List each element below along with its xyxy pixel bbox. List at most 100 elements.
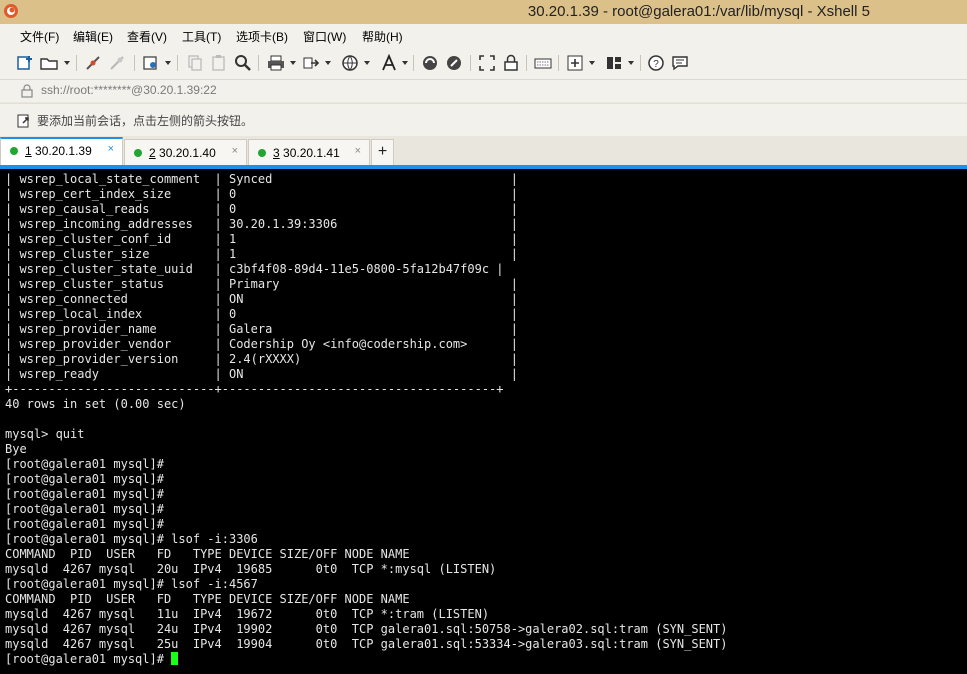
disconnect-icon[interactable]	[84, 54, 102, 72]
lock-icon[interactable]	[502, 54, 520, 72]
divider	[258, 55, 259, 71]
text-cursor	[171, 652, 179, 665]
chevron-down-icon[interactable]	[364, 61, 370, 65]
divider	[470, 55, 471, 71]
terminal-line: +----------------------------+----------…	[5, 382, 504, 396]
terminal-line: COMMAND PID USER FD TYPE DEVICE SIZE/OFF…	[5, 592, 410, 606]
toolbar: ?	[0, 47, 967, 80]
terminal-line: mysql> quit	[5, 427, 85, 441]
terminal-line: | wsrep_provider_vendor | Codership Oy <…	[5, 337, 518, 351]
globe-icon[interactable]	[341, 54, 359, 72]
menu-bar: 文件(F) 编辑(E) 查看(V) 工具(T) 选项卡(B) 窗口(W) 帮助(…	[0, 24, 967, 47]
tab-session-2[interactable]: 2 30.20.1.40 ×	[124, 139, 247, 165]
terminal-line: | wsrep_incoming_addresses | 30.20.1.39:…	[5, 217, 518, 231]
terminal-line: | wsrep_local_index | 0 |	[5, 307, 518, 321]
help-icon[interactable]: ?	[647, 54, 665, 72]
keyboard-icon[interactable]	[534, 54, 552, 72]
transfer-icon[interactable]	[302, 54, 320, 72]
add-icon[interactable]	[566, 54, 584, 72]
terminal-line: | wsrep_causal_reads | 0 |	[5, 202, 518, 216]
terminal-line: mysqld 4267 mysql 25u IPv4 19904 0t0 TCP…	[5, 637, 728, 651]
terminal-line: [root@galera01 mysql]#	[5, 487, 164, 501]
divider	[558, 55, 559, 71]
connected-status-icon	[10, 147, 18, 155]
tab-session-1[interactable]: 1 30.20.1.39 ×	[0, 137, 123, 165]
terminal-line: | wsrep_cluster_state_uuid | c3bf4f08-89…	[5, 262, 504, 276]
terminal-line: | wsrep_cluster_size | 1 |	[5, 247, 518, 261]
prompt-text: [root@galera01 mysql]#	[5, 652, 172, 666]
terminal-line: [root@galera01 mysql]#	[5, 517, 164, 531]
xmanager-icon[interactable]	[445, 54, 463, 72]
chat-icon[interactable]	[671, 54, 689, 72]
chevron-down-icon[interactable]	[325, 61, 331, 65]
tab-label: 3 30.20.1.41	[273, 146, 340, 160]
terminal-line: | wsrep_provider_name | Galera |	[5, 322, 518, 336]
connected-status-icon	[258, 149, 266, 157]
terminal-line: [root@galera01 mysql]#	[5, 457, 164, 471]
address-field[interactable]: ssh://root:********@30.20.1.39:22	[41, 83, 217, 97]
terminal-line: mysqld 4267 mysql 24u IPv4 19902 0t0 TCP…	[5, 622, 728, 636]
chevron-down-icon[interactable]	[165, 61, 171, 65]
chevron-down-icon[interactable]	[628, 61, 634, 65]
properties-icon[interactable]	[142, 54, 160, 72]
font-icon[interactable]	[380, 54, 398, 72]
find-icon[interactable]	[234, 54, 252, 72]
terminal-line: | wsrep_ready | ON |	[5, 367, 518, 381]
divider	[134, 55, 135, 71]
tab-label: 2 30.20.1.40	[149, 146, 216, 160]
terminal-line: | wsrep_cluster_status | Primary |	[5, 277, 518, 291]
divider	[177, 55, 178, 71]
terminal-line: | wsrep_cert_index_size | 0 |	[5, 187, 518, 201]
xftp-icon[interactable]	[421, 54, 439, 72]
svg-text:?: ?	[653, 59, 659, 70]
terminal-line: COMMAND PID USER FD TYPE DEVICE SIZE/OFF…	[5, 547, 410, 561]
tab-bar: 1 30.20.1.39 × 2 30.20.1.40 × 3 30.20.1.…	[0, 136, 967, 169]
terminal-line: [root@galera01 mysql]# lsof -i:3306	[5, 532, 258, 546]
chevron-down-icon[interactable]	[402, 61, 408, 65]
terminal-line: mysqld 4267 mysql 11u IPv4 19672 0t0 TCP…	[5, 607, 490, 621]
terminal-output[interactable]: | wsrep_local_state_comment | Synced | | …	[0, 169, 967, 674]
tab-session-3[interactable]: 3 30.20.1.41 ×	[248, 139, 370, 165]
menu-view[interactable]: 查看(V)	[127, 28, 167, 45]
layout-icon[interactable]	[605, 54, 623, 72]
print-icon[interactable]	[267, 54, 285, 72]
terminal-line: | wsrep_provider_version | 2.4(rXXXX) |	[5, 352, 518, 366]
open-folder-icon[interactable]	[40, 54, 58, 72]
divider	[526, 55, 527, 71]
new-tab-button[interactable]: +	[371, 139, 394, 165]
lock-icon	[21, 84, 33, 98]
new-session-icon[interactable]	[16, 54, 34, 72]
close-icon[interactable]: ×	[355, 145, 361, 157]
terminal-line: | wsrep_connected | ON |	[5, 292, 518, 306]
terminal-line: Bye	[5, 442, 27, 456]
reconnect-icon[interactable]	[108, 54, 126, 72]
terminal-line: 40 rows in set (0.00 sec)	[5, 397, 186, 411]
paste-icon[interactable]	[210, 54, 228, 72]
terminal-line: mysqld 4267 mysql 20u IPv4 19685 0t0 TCP…	[5, 562, 497, 576]
divider	[413, 55, 414, 71]
fullscreen-icon[interactable]	[478, 54, 496, 72]
chevron-down-icon[interactable]	[290, 61, 296, 65]
window-title: 30.20.1.39 - root@galera01:/var/lib/mysq…	[527, 3, 870, 20]
chevron-down-icon[interactable]	[64, 61, 70, 65]
connected-status-icon	[134, 149, 142, 157]
add-session-arrow-icon[interactable]	[17, 113, 33, 129]
terminal-line: [root@galera01 mysql]#	[5, 502, 164, 516]
terminal-line: | wsrep_local_state_comment | Synced |	[5, 172, 518, 186]
terminal-line: | wsrep_cluster_conf_id | 1 |	[5, 232, 518, 246]
chevron-down-icon[interactable]	[589, 61, 595, 65]
menu-window[interactable]: 窗口(W)	[303, 28, 346, 45]
address-bar[interactable]: ssh://root:********@30.20.1.39:22	[0, 80, 967, 102]
divider	[76, 55, 77, 71]
menu-help[interactable]: 帮助(H)	[362, 28, 403, 45]
menu-file[interactable]: 文件(F)	[20, 28, 59, 45]
tab-label: 1 30.20.1.39	[25, 144, 92, 158]
menu-edit[interactable]: 编辑(E)	[73, 28, 113, 45]
close-icon[interactable]: ×	[232, 145, 238, 157]
hint-text: 要添加当前会话，点击左侧的箭头按钮。	[37, 114, 254, 128]
terminal-prompt-line[interactable]: [root@galera01 mysql]#	[5, 652, 179, 667]
menu-tab[interactable]: 选项卡(B)	[236, 28, 288, 45]
close-icon[interactable]: ×	[108, 143, 114, 155]
menu-tools[interactable]: 工具(T)	[182, 28, 221, 45]
copy-icon[interactable]	[186, 54, 204, 72]
